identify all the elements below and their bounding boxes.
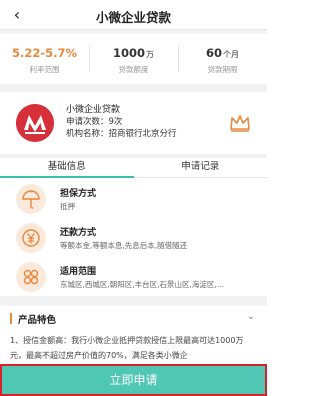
repayment-title: 还款方式 <box>60 228 97 238</box>
divider <box>0 84 267 92</box>
info-repayment: 还款方式 等额本金,等额本息,先息后本,随借随还 <box>0 219 267 257</box>
stat-rate: 5.22-5.7% 利率范围 <box>0 34 89 84</box>
scope-text: 东城区,西城区,朝阳区,丰台区,石景山区,海淀区,... <box>60 280 224 289</box>
cmb-logo-icon <box>16 104 54 142</box>
divider <box>0 296 267 306</box>
guarantee-text: 抵押 <box>60 202 75 211</box>
umbrella-icon <box>16 184 46 214</box>
stat-amount: 1000万 贷款额度 <box>89 34 178 84</box>
apply-count: 申请次数：9次 <box>66 117 123 127</box>
chevron-down-icon[interactable]: ⌄ <box>247 311 255 322</box>
tab-apply-records[interactable]: 申请记录 <box>134 158 268 177</box>
term-value: 60个月 <box>205 46 239 60</box>
loan-stats: 5.22-5.7% 利率范围 1000万 贷款额度 60个月 贷款期限 <box>0 34 267 84</box>
institution-name: 机构名称：招商银行北京分行 <box>66 129 177 139</box>
scope-title: 适用范围 <box>60 267 97 277</box>
term-label: 贷款期限 <box>207 65 238 74</box>
bank-info: 小微企业贷款 申请次数：9次 机构名称：招商银行北京分行 <box>66 104 177 140</box>
rate-value: 5.22-5.7% <box>11 46 78 60</box>
amount-label: 贷款额度 <box>118 65 149 74</box>
apply-button[interactable]: 立即申请 <box>0 364 267 396</box>
feature-header[interactable]: 产品特色 ⌄ <box>0 306 267 330</box>
yuan-icon <box>16 223 46 253</box>
tabs: 基础信息 申请记录 <box>0 158 267 178</box>
crown-icon <box>229 114 251 132</box>
basic-info-list: 担保方式 抵押 还款方式 等额本金,等额本息,先息后本,随借随还 适用范围 东城… <box>0 178 267 296</box>
repayment-text: 等额本金,等额本息,先息后本,随借随还 <box>60 241 188 250</box>
page-title: 小微企业贷款 <box>95 10 171 25</box>
info-scope: 适用范围 东城区,西城区,朝阳区,丰台区,石景山区,海淀区,... <box>0 258 267 296</box>
tab-basic-info[interactable]: 基础信息 <box>0 158 134 178</box>
info-guarantee: 担保方式 抵押 <box>0 180 267 218</box>
guarantee-title: 担保方式 <box>60 189 97 199</box>
product-name: 小微企业贷款 <box>66 105 121 115</box>
section-marker <box>10 313 12 324</box>
grid-icon <box>16 262 46 292</box>
amount-value: 1000万 <box>112 46 154 60</box>
bank-card: 小微企业贷款 申请次数：9次 机构名称：招商银行北京分行 <box>0 92 267 154</box>
header: ‹ 小微企业贷款 <box>0 0 267 30</box>
rate-label: 利率范围 <box>29 65 60 74</box>
feature-title: 产品特色 <box>18 315 57 326</box>
feature-text: 1、授信金额高：我行小微企业抵押贷款授信上限最高可达1000万元，最高不超过房产… <box>0 330 267 364</box>
stat-term: 60个月 贷款期限 <box>178 34 267 84</box>
